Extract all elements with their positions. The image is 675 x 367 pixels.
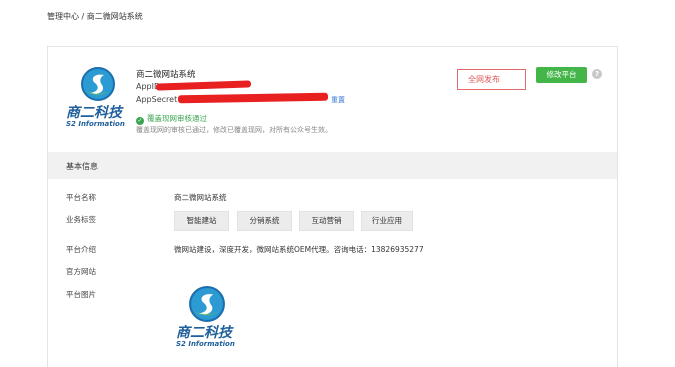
breadcrumb-separator: / — [79, 12, 87, 21]
image-logo-name: 商二科技 — [176, 325, 232, 341]
tag-item: 互动营销 — [299, 211, 354, 231]
image-label: 平台图片 — [66, 290, 96, 299]
section-title: 基本信息 — [66, 162, 98, 171]
modify-platform-button[interactable]: 修改平台 — [536, 67, 587, 83]
breadcrumb: 管理中心 / 商二微网站系统 — [47, 11, 143, 22]
help-icon[interactable]: ? — [592, 69, 602, 79]
redaction-mark — [177, 92, 329, 104]
breadcrumb-root[interactable]: 管理中心 — [47, 12, 79, 21]
platform-logo-icon — [81, 67, 115, 101]
name-label: 平台名称 — [66, 193, 96, 202]
appsecret-label: AppSecret — [136, 95, 178, 104]
tag-item: 分销系统 — [237, 211, 292, 231]
system-name: 商二微网站系统 — [136, 70, 196, 80]
breadcrumb-current: 商二微网站系统 — [86, 12, 143, 21]
platform-card: 商二科技 S2 Information 商二微网站系统 AppID AppSec… — [47, 46, 618, 367]
tags-label: 业务标签 — [66, 215, 96, 224]
redaction-mark — [155, 80, 252, 91]
section-header: 基本信息 — [48, 152, 617, 179]
audit-status-label: 覆盖现网审核通过 — [147, 114, 207, 123]
check-circle-icon: ✓ — [136, 117, 144, 125]
image-logo-subtitle: S2 Information — [176, 340, 235, 348]
intro-label: 平台介绍 — [66, 245, 96, 254]
name-value: 商二微网站系统 — [174, 193, 227, 202]
logo-subtitle: S2 Information — [66, 120, 125, 128]
platform-image-icon — [189, 286, 225, 322]
audit-note: 覆盖现网的审核已通过，修改已覆盖现网，对所有公众号生效。 — [136, 126, 332, 134]
tag-item: 智能建站 — [174, 211, 229, 231]
logo-name: 商二科技 — [66, 105, 122, 121]
website-label: 官方网站 — [66, 267, 96, 276]
appsecret-field: AppSecret — [136, 95, 177, 104]
intro-value: 微网站建设，深度开发，微网站系统OEM代理。咨询电话：13826935277 — [174, 245, 424, 254]
tag-item: 行业应用 — [361, 211, 413, 231]
audit-status: ✓ 覆盖现网审核通过 — [136, 113, 207, 125]
reset-secret-link[interactable]: 重置 — [331, 95, 345, 105]
publish-all-box[interactable]: 全网发布 — [457, 69, 526, 90]
